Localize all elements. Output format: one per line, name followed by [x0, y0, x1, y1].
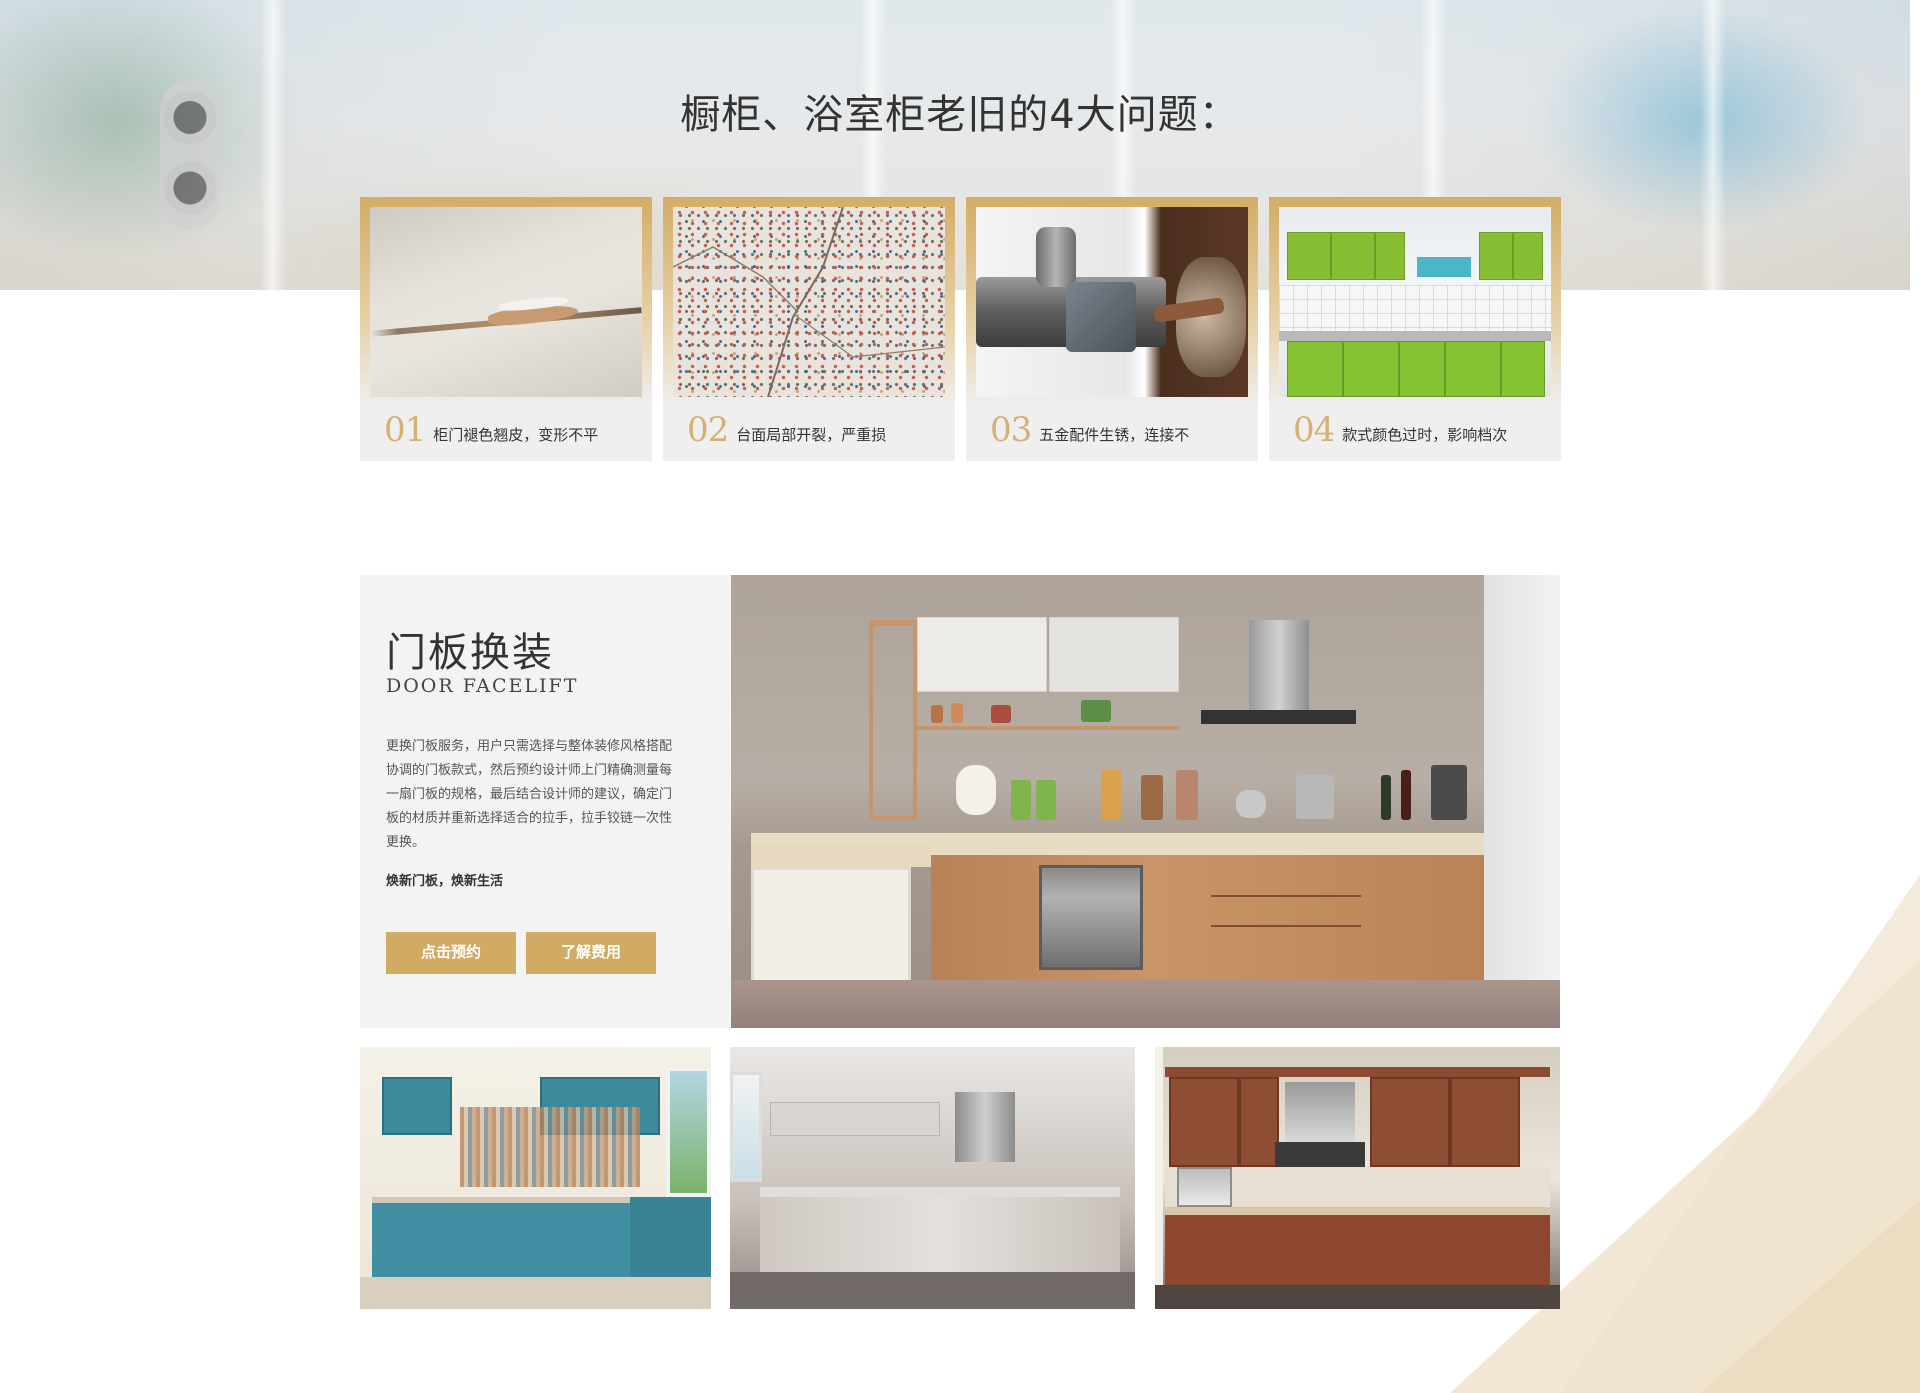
card-number: 04 — [1293, 410, 1335, 450]
green-kitchen-photo — [1279, 207, 1551, 397]
card-caption: 04 款式颜色过时，影响档次 — [1293, 409, 1507, 449]
card-text: 柜门褪色翘皮，变形不平 — [433, 426, 599, 444]
card-text: 款式颜色过时，影响档次 — [1342, 426, 1508, 444]
card-text: 五金配件生锈，连接不 — [1039, 426, 1190, 444]
door-facelift-section: 门板换装 DOOR FACELIFT 更换门板服务，用户只需选择与整体装修风格搭… — [360, 575, 1560, 1309]
section-title: 橱柜、浴室柜老旧的4大问题： — [680, 92, 1240, 138]
problem-card[interactable]: 03 五金配件生锈，连接不 — [966, 197, 1258, 461]
learn-cost-button[interactable]: 了解费用 — [526, 932, 656, 974]
problem-card[interactable]: 04 款式颜色过时，影响档次 — [1269, 197, 1561, 461]
book-appointment-button[interactable]: 点击预约 — [386, 932, 516, 974]
facelift-subtitle: DOOR FACELIFT — [386, 675, 579, 697]
blue-kitchen-photo — [360, 1047, 711, 1309]
problems-grid: 01 柜门褪色翘皮，变形不平 02 台面局部开裂，严重损 03 五金配件生锈，连… — [360, 197, 1561, 461]
grey-kitchen-photo — [730, 1047, 1135, 1309]
facelift-slogan: 焕新门板，焕新生活 — [386, 874, 504, 889]
classic-wood-kitchen-photo — [1155, 1047, 1560, 1309]
card-text: 台面局部开裂，严重损 — [736, 426, 887, 444]
facelift-description: 更换门板服务，用户只需选择与整体装修风格搭配协调的门板款式，然后预约设计师上门精… — [386, 739, 673, 850]
card-number: 03 — [990, 410, 1032, 450]
rusty-hinge-photo — [976, 207, 1248, 397]
crack-lines — [673, 207, 945, 397]
problem-card[interactable]: 02 台面局部开裂，严重损 — [663, 197, 955, 461]
card-number: 02 — [687, 410, 729, 450]
facelift-title: 门板换装 — [386, 630, 554, 676]
card-caption: 02 台面局部开裂，严重损 — [687, 409, 886, 449]
wood-kitchen-photo — [731, 575, 1560, 1028]
cracked-door-photo — [370, 207, 642, 397]
card-number: 01 — [384, 410, 426, 450]
facelift-info-panel: 门板换装 DOOR FACELIFT 更换门板服务，用户只需选择与整体装修风格搭… — [360, 575, 731, 1028]
cracked-countertop-photo — [673, 207, 945, 397]
card-caption: 01 柜门褪色翘皮，变形不平 — [384, 409, 598, 449]
problem-card[interactable]: 01 柜门褪色翘皮，变形不平 — [360, 197, 652, 461]
card-caption: 03 五金配件生锈，连接不 — [990, 409, 1189, 449]
